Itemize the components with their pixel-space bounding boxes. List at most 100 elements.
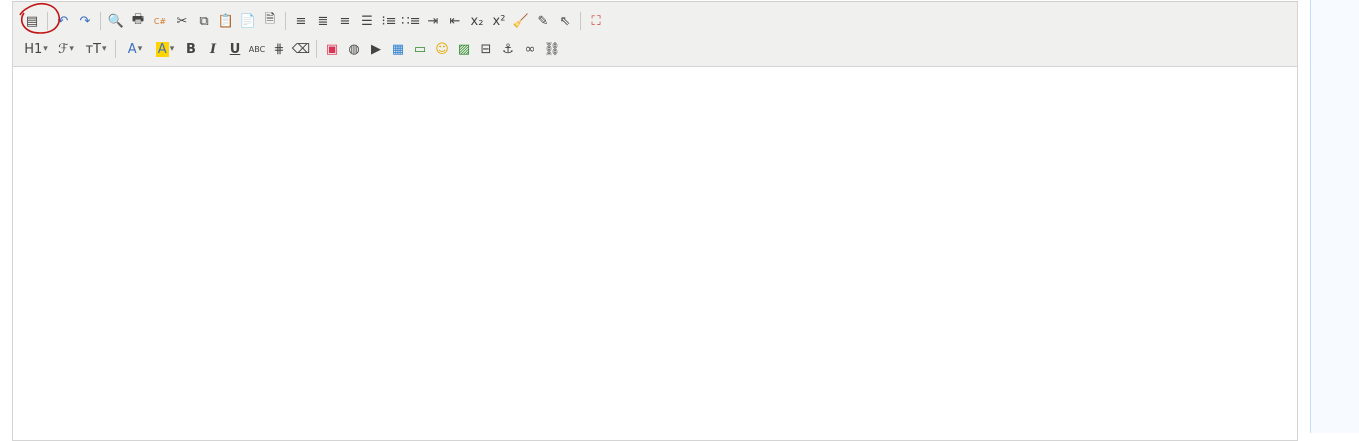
superscript-icon: x² [492, 13, 506, 29]
clear-format-icon: 🧹 [512, 13, 530, 29]
font-color-icon: A [127, 41, 137, 57]
clear-format-button[interactable]: 🧹 [510, 11, 532, 31]
anchor-icon: ⚓ [502, 41, 514, 57]
quick-format-icon: ✎ [537, 13, 549, 29]
preview-button[interactable]: 🔍 [105, 11, 127, 31]
dropdown-arrow-icon: ▾ [137, 44, 143, 54]
print-button[interactable]: 🖶 [127, 11, 149, 31]
editor-toolbar: ▤ ↶ ↷ 🔍 🖶 C# ✂ ⧉ 📋 📄 🗎 ≡ ≣ ≡ ☰ ⁝≡ ∷≡ ⇥ ⇤ x₂ x² 🧹 ✎ ⇖ ⛶ H1 ▾ ℱ ▾ ᴛT ▾ A… [13, 2, 1297, 67]
copy-icon: ⧉ [199, 13, 209, 29]
dropdown-arrow-icon: ▾ [43, 44, 48, 54]
bold-button[interactable]: B [180, 39, 202, 59]
flash-icon: ◍ [348, 41, 360, 57]
dropdown-arrow-icon: ▾ [169, 44, 175, 54]
align-center-icon: ≣ [317, 13, 329, 29]
unlink-icon: ⛓ [543, 41, 561, 57]
page-break-icon: ⊟ [480, 41, 492, 57]
copy-button[interactable]: ⧉ [193, 11, 215, 31]
link-button[interactable]: ∞ [519, 39, 541, 59]
align-right-icon: ≡ [339, 13, 351, 29]
align-left-icon: ≡ [295, 13, 307, 29]
link-icon: ∞ [524, 41, 536, 57]
italic-icon: I [209, 41, 217, 57]
ordered-list-button[interactable]: ⁝≡ [378, 11, 400, 31]
subscript-button[interactable]: x₂ [466, 11, 488, 31]
fullscreen-button[interactable]: ⛶ [585, 11, 607, 31]
toolbar-separator [47, 12, 48, 30]
align-right-button[interactable]: ≡ [334, 11, 356, 31]
horizontal-rule-button[interactable]: ▭ [409, 39, 431, 59]
undo-button[interactable]: ↶ [52, 11, 74, 31]
dropdown-arrow-icon: ▾ [69, 44, 74, 54]
toolbar-separator [115, 40, 116, 58]
paste-text-icon: 📄 [239, 13, 257, 29]
eraser-icon: ⌫ [291, 41, 311, 57]
align-left-button[interactable]: ≡ [290, 11, 312, 31]
toolbar-separator [285, 12, 286, 30]
toolbar-separator [580, 12, 581, 30]
quick-format-button[interactable]: ✎ [532, 11, 554, 31]
font-size-icon: ᴛT [85, 41, 101, 57]
insert-picture-button[interactable]: ▨ [453, 39, 475, 59]
font-color-button[interactable]: A ▾ [120, 39, 150, 59]
fullscreen-icon: ⛶ [591, 13, 601, 29]
print-icon: 🖶 [131, 12, 145, 27]
outdent-button[interactable]: ⇤ [444, 11, 466, 31]
side-panel [1310, 0, 1359, 433]
italic-button[interactable]: I [202, 39, 224, 59]
eraser-button[interactable]: ⌫ [290, 39, 312, 59]
select-all-icon: ⇖ [559, 13, 571, 29]
paste-icon: 📋 [217, 13, 235, 29]
paste-word-icon: 🗎 [264, 12, 276, 27]
underline-button[interactable]: U [224, 39, 246, 59]
strikethrough-button[interactable]: ABC [246, 39, 268, 59]
line-height-button[interactable]: ⋕ [268, 39, 290, 59]
unlink-button[interactable]: ⛓ [541, 39, 563, 59]
outdent-icon: ⇤ [449, 13, 461, 29]
subscript-icon: x₂ [470, 13, 484, 29]
toolbar-separator [316, 40, 317, 58]
cut-button[interactable]: ✂ [171, 11, 193, 31]
unordered-list-button[interactable]: ∷≡ [400, 11, 422, 31]
bold-icon: B [186, 41, 196, 57]
dropdown-arrow-icon: ▾ [101, 44, 107, 54]
horizontal-rule-icon: ▭ [413, 41, 427, 57]
indent-button[interactable]: ⇥ [422, 11, 444, 31]
strikethrough-icon: ABC [248, 44, 266, 54]
select-all-button[interactable]: ⇖ [554, 11, 576, 31]
align-justify-button[interactable]: ☰ [356, 11, 378, 31]
font-family-button[interactable]: ℱ ▾ [51, 39, 81, 59]
code-button[interactable]: C# [149, 11, 171, 31]
table-icon: ▦ [391, 41, 405, 57]
anchor-button[interactable]: ⚓ [497, 39, 519, 59]
paste-text-button[interactable]: 📄 [237, 11, 259, 31]
line-height-icon: ⋕ [273, 41, 285, 57]
toolbar-separator [100, 12, 101, 30]
editor-content-area[interactable] [13, 67, 1297, 440]
superscript-button[interactable]: x² [488, 11, 510, 31]
highlight-color-button[interactable]: A ▾ [150, 39, 180, 59]
page-break-button[interactable]: ⊟ [475, 39, 497, 59]
emoticon-button[interactable]: ☺ [431, 39, 453, 59]
redo-button[interactable]: ↷ [74, 11, 96, 31]
align-center-button[interactable]: ≣ [312, 11, 334, 31]
media-button[interactable]: ▶ [365, 39, 387, 59]
heading-button[interactable]: H1 ▾ [21, 39, 51, 59]
preview-icon: 🔍 [107, 13, 125, 29]
paste-button[interactable]: 📋 [215, 11, 237, 31]
redo-icon: ↷ [79, 13, 91, 29]
unordered-list-icon: ∷≡ [401, 13, 421, 29]
image-button[interactable]: ▣ [321, 39, 343, 59]
cut-icon: ✂ [176, 13, 188, 29]
source-button[interactable]: ▤ [21, 11, 43, 31]
undo-icon: ↶ [57, 13, 69, 29]
paste-word-button[interactable]: 🗎 [259, 11, 281, 31]
underline-icon: U [229, 41, 241, 57]
table-button[interactable]: ▦ [387, 39, 409, 59]
font-family-icon: ℱ [58, 41, 69, 57]
font-size-button[interactable]: ᴛT ▾ [81, 39, 111, 59]
flash-button[interactable]: ◍ [343, 39, 365, 59]
toolbar-row-1: ▤ ↶ ↷ 🔍 🖶 C# ✂ ⧉ 📋 📄 🗎 ≡ ≣ ≡ ☰ ⁝≡ ∷≡ ⇥ ⇤ x₂ x² 🧹 ✎ ⇖ ⛶ [21, 10, 607, 32]
ordered-list-icon: ⁝≡ [381, 13, 397, 29]
highlight-color-icon: A [155, 41, 169, 57]
